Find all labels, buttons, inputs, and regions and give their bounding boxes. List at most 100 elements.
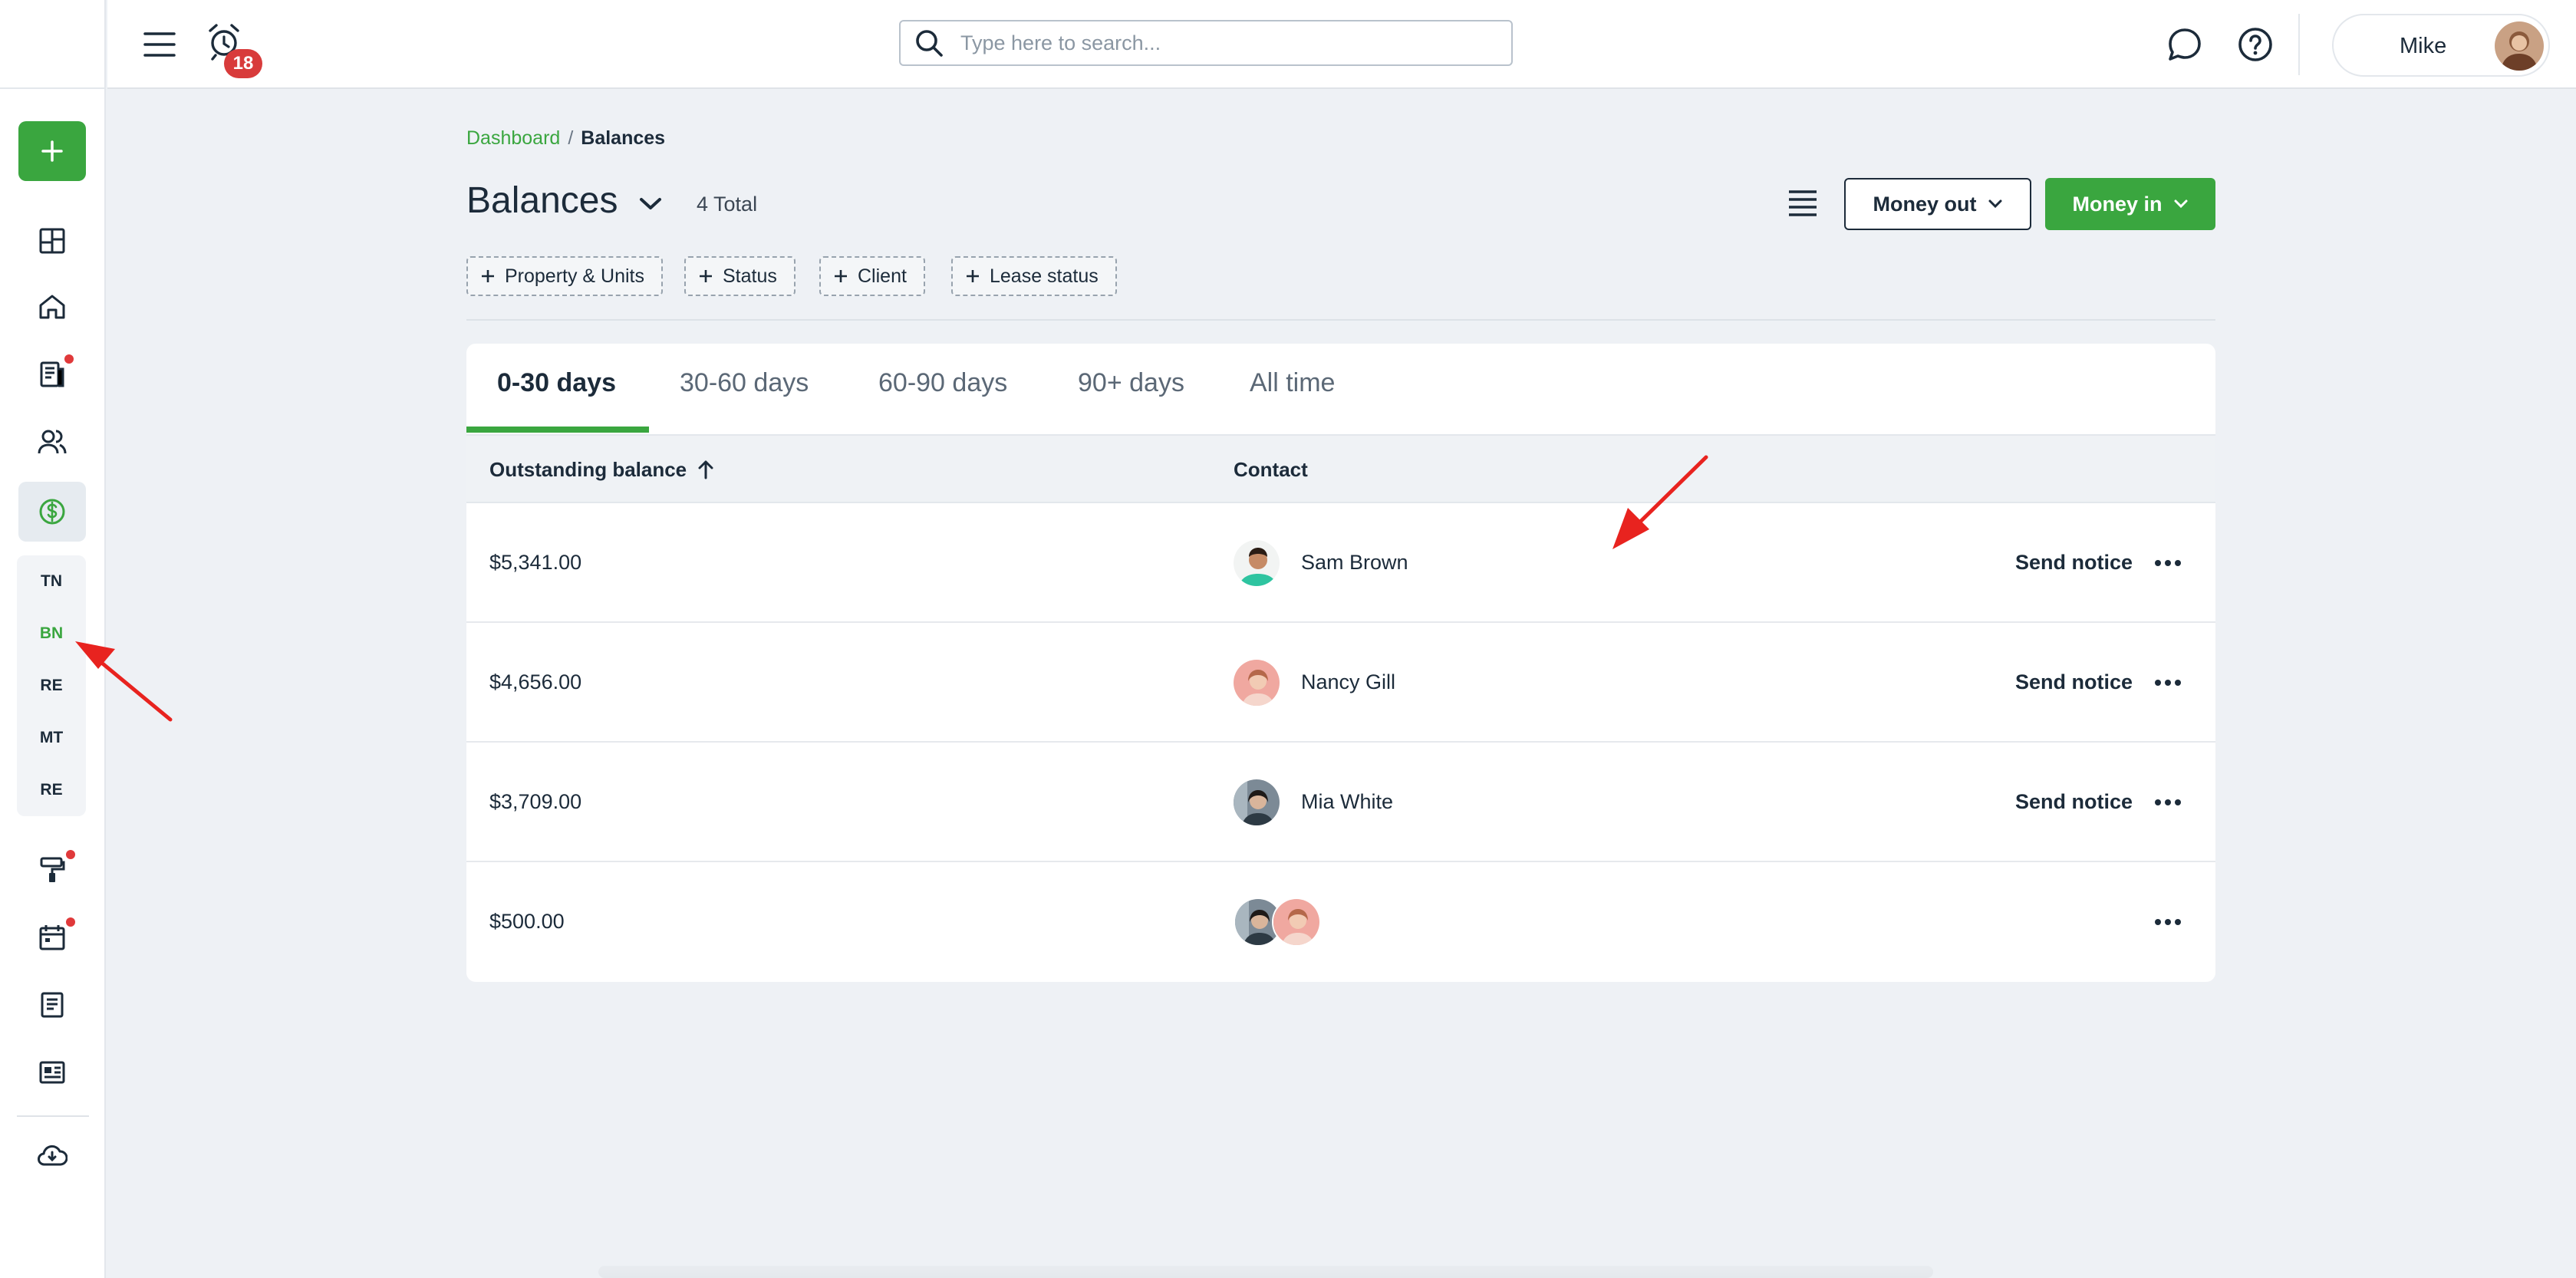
breadcrumb-separator: / (568, 127, 574, 149)
column-header-contact: Contact (1234, 436, 1308, 503)
table-row[interactable]: $3,709.00 Mia White Send notice (466, 743, 2215, 862)
sidebar-item-download[interactable] (31, 1134, 74, 1177)
footer-shadow (598, 1266, 1933, 1278)
sidebar-item-leasing[interactable] (31, 353, 74, 396)
money-in-button[interactable]: Money in (2045, 178, 2215, 230)
sidebar-logo-area (0, 0, 106, 89)
send-notice-button[interactable]: Send notice (2015, 503, 2133, 621)
hamburger-icon (143, 32, 176, 57)
aging-tabs: 0-30 days 30-60 days 60-90 days 90+ days… (466, 344, 2215, 434)
money-out-label: Money out (1873, 192, 1977, 216)
chat-bubble-icon (2169, 28, 2201, 61)
contact-name[interactable]: Nancy Gill (1301, 623, 1395, 741)
sidebar-divider (17, 1115, 89, 1117)
search-box[interactable] (899, 20, 1513, 66)
menu-toggle-button[interactable] (138, 23, 181, 66)
contact-name[interactable]: Mia White (1301, 743, 1393, 861)
money-out-button[interactable]: Money out (1844, 178, 2031, 230)
search-input[interactable] (960, 31, 1482, 55)
contact-name[interactable]: Sam Brown (1301, 503, 1408, 621)
view-selector-dropdown[interactable] (635, 190, 666, 218)
money-in-label: Money in (2072, 192, 2163, 216)
contact-avatar (1272, 898, 1321, 947)
header-divider (2298, 14, 2300, 75)
more-horizontal-icon (2155, 560, 2181, 566)
notification-count-badge: 18 (224, 49, 262, 78)
submenu-item-re-2[interactable]: RE (17, 775, 86, 805)
table-row[interactable]: $500.00 (466, 862, 2215, 982)
add-new-button[interactable] (18, 121, 86, 181)
messages-button[interactable] (2162, 21, 2208, 68)
news-icon (39, 1061, 65, 1084)
column-label: Outstanding balance (489, 458, 687, 481)
report-icon (41, 992, 64, 1018)
tab-90-plus-days[interactable]: 90+ days (1078, 344, 1184, 434)
send-notice-button[interactable]: Send notice (2015, 623, 2133, 741)
column-header-balance[interactable]: Outstanding balance (489, 436, 714, 503)
filter-label: Status (723, 265, 777, 287)
chevron-down-icon (2174, 199, 2187, 209)
submenu-item-mt[interactable]: MT (17, 723, 86, 753)
sidebar-item-people[interactable] (31, 420, 74, 463)
plus-icon (482, 270, 494, 282)
row-more-button[interactable] (2151, 666, 2185, 700)
chevron-down-icon (640, 198, 661, 209)
sort-arrow-up-icon (698, 460, 713, 479)
breadcrumb-dashboard-link[interactable]: Dashboard (466, 127, 560, 149)
contact-avatar (1232, 539, 1281, 588)
send-notice-button[interactable]: Send notice (2015, 743, 2133, 861)
notification-dot (64, 354, 74, 364)
dashboard-icon (39, 228, 65, 254)
breadcrumb: Dashboard / Balances (466, 127, 665, 150)
dollar-icon (39, 499, 65, 525)
cloud-download-icon (38, 1145, 68, 1166)
page-title: Balances (466, 180, 618, 221)
user-name: Mike (2400, 34, 2447, 58)
annotation-arrow-icon (75, 641, 173, 722)
submenu-item-tn[interactable]: TN (17, 566, 86, 597)
column-label: Contact (1234, 458, 1308, 481)
row-more-button[interactable] (2151, 905, 2185, 939)
sidebar-item-accounting[interactable] (18, 482, 86, 542)
contact-avatar (1232, 658, 1281, 707)
tab-0-30-days[interactable]: 0-30 days (497, 344, 616, 434)
table-row[interactable]: $5,341.00 Sam Brown Send notice (466, 503, 2215, 623)
people-icon (38, 430, 67, 454)
filter-lease-status[interactable]: Lease status (951, 256, 1117, 296)
filter-status[interactable]: Status (684, 256, 796, 296)
balances-card: 0-30 days 30-60 days 60-90 days 90+ days… (466, 344, 2215, 982)
plus-icon (41, 140, 63, 162)
table-row[interactable]: $4,656.00 Nancy Gill Send notice (466, 623, 2215, 743)
tab-60-90-days[interactable]: 60-90 days (878, 344, 1007, 434)
sidebar-item-communication[interactable] (31, 1051, 74, 1094)
sidebar-item-dashboard[interactable] (31, 219, 74, 262)
filter-client[interactable]: Client (819, 256, 925, 296)
breadcrumb-current: Balances (581, 127, 666, 149)
home-icon (39, 295, 65, 319)
filter-property-units[interactable]: Property & Units (466, 256, 664, 296)
sidebar-item-calendar[interactable] (31, 916, 75, 959)
row-amount: $500.00 (489, 910, 565, 933)
more-horizontal-icon (2155, 680, 2181, 686)
tab-30-60-days[interactable]: 30-60 days (680, 344, 809, 434)
documents-icon (40, 361, 64, 387)
total-count: 4 Total (697, 193, 758, 216)
sidebar-item-reports[interactable] (31, 983, 74, 1026)
row-amount: $4,656.00 (489, 670, 582, 693)
list-view-button[interactable] (1783, 184, 1823, 224)
section-divider (466, 319, 2215, 321)
chevron-down-icon (1988, 199, 2001, 209)
filter-label: Client (858, 265, 907, 287)
notification-dot (66, 850, 75, 859)
user-menu-button[interactable]: Mike (2332, 14, 2550, 77)
plus-icon (700, 270, 712, 282)
search-icon (916, 30, 943, 57)
sidebar-item-properties[interactable] (31, 285, 74, 328)
row-more-button[interactable] (2151, 546, 2185, 580)
filter-label: Lease status (990, 265, 1099, 287)
row-more-button[interactable] (2151, 786, 2185, 819)
help-button[interactable] (2232, 21, 2278, 68)
sidebar-item-maintenance[interactable] (31, 848, 75, 891)
tab-all-time[interactable]: All time (1250, 344, 1335, 434)
user-avatar (2495, 21, 2544, 71)
